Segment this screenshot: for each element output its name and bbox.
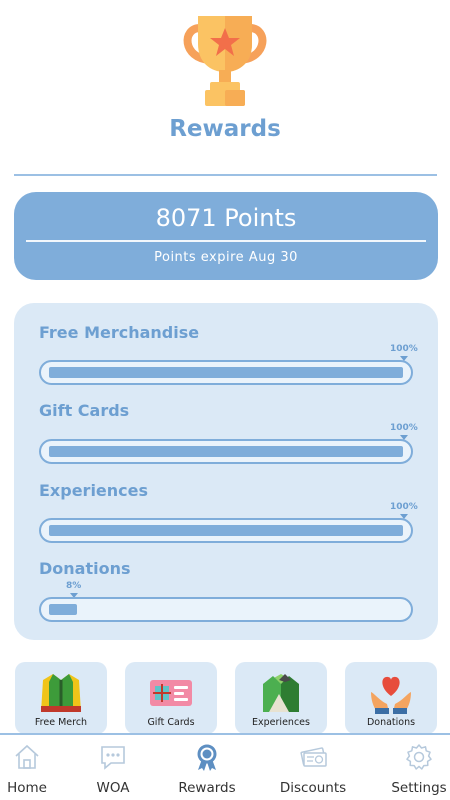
category-percent: 100% (390, 502, 418, 519)
category-percent: 8% (66, 581, 82, 598)
nav-woa[interactable]: WOA (68, 735, 158, 800)
category-label: Donations (39, 559, 131, 578)
progress-fill (49, 525, 403, 536)
heart-hands-icon (371, 676, 411, 714)
tile-experiences[interactable]: Experiences (235, 662, 327, 734)
progress-fill (49, 604, 77, 615)
progress-bar-donations (39, 597, 413, 622)
nav-label: Rewards (178, 780, 236, 796)
chat-bubble-icon (101, 746, 125, 770)
gear-icon (406, 744, 432, 770)
category-percent: 100% (390, 423, 418, 440)
nav-discounts[interactable]: Discounts (268, 735, 358, 800)
award-ribbon-icon (197, 744, 217, 771)
tile-label: Experiences (252, 717, 310, 728)
tile-donations[interactable]: Donations (345, 662, 437, 734)
tile-label: Donations (366, 717, 416, 728)
nav-label: WOA (96, 780, 130, 796)
progress-bar-free-merchandise (39, 360, 413, 385)
nav-label: Discounts (279, 780, 347, 796)
points-expiry: Points expire Aug 30 (154, 250, 298, 265)
header: Rewards (0, 0, 450, 176)
trophy-icon (183, 16, 267, 106)
category-label: Experiences (39, 481, 149, 500)
category-label: Free Merchandise (39, 323, 200, 342)
nav-label: Home (7, 780, 47, 796)
page-title: Rewards (169, 116, 281, 142)
nav-label: Settings (391, 780, 447, 796)
jacket-icon (41, 674, 81, 712)
category-percent: 100% (390, 344, 418, 361)
points-card: 8071 Points Points expire Aug 30 (14, 192, 438, 280)
nav-settings[interactable]: Settings (374, 735, 450, 800)
nav-rewards[interactable]: Rewards (162, 735, 252, 800)
progress-bar-experiences (39, 518, 413, 543)
progress-fill (49, 367, 403, 378)
bottom-nav: Home WOA Rewards Discounts Settings (0, 733, 450, 800)
header-divider (14, 174, 437, 176)
progress-fill (49, 446, 403, 457)
nav-home[interactable]: Home (0, 735, 72, 800)
tile-gift-cards[interactable]: Gift Cards (125, 662, 217, 734)
progress-bar-gift-cards (39, 439, 413, 464)
points-divider (26, 240, 426, 242)
category-label: Gift Cards (39, 401, 130, 420)
coupon-icon (300, 747, 327, 767)
home-icon (15, 744, 39, 769)
tile-label: Gift Cards (147, 717, 195, 728)
tile-label: Free Merch (34, 717, 88, 728)
gift-card-icon (150, 680, 192, 706)
mountains-icon (263, 674, 299, 712)
points-value: 8071 Points (155, 204, 297, 232)
tile-free-merch[interactable]: Free Merch (15, 662, 107, 734)
category-progress-card: Free Merchandise 100% Gift Cards 100% Ex… (14, 303, 438, 640)
